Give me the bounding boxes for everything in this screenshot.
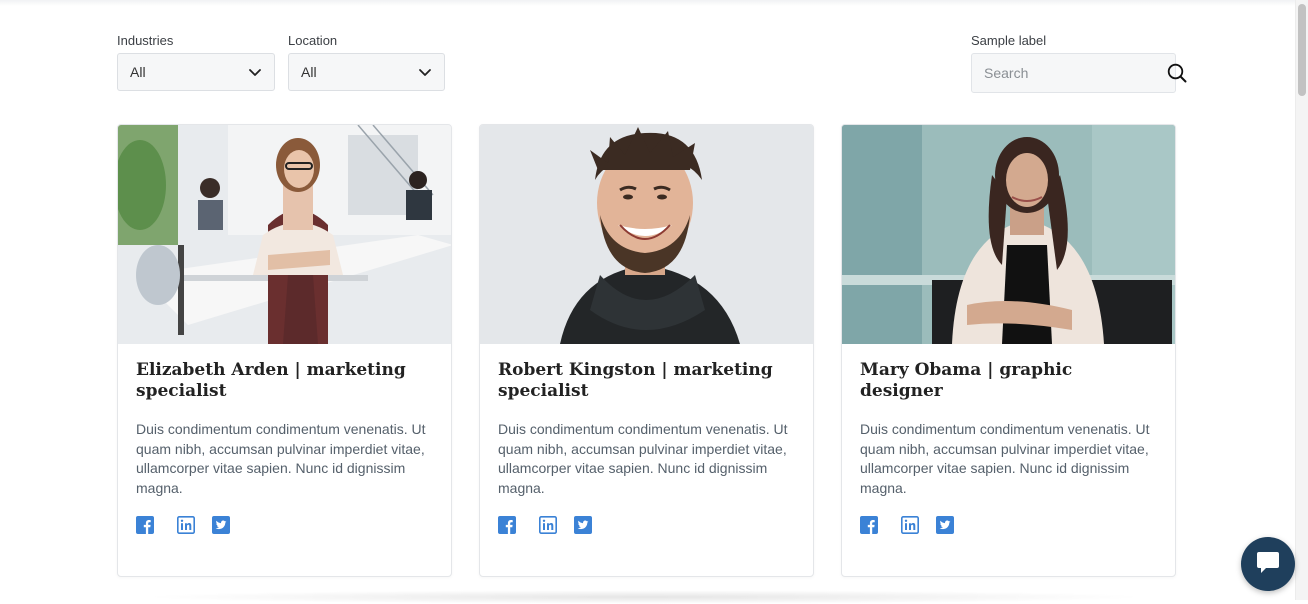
facebook-icon[interactable] bbox=[498, 516, 516, 534]
card-title: Robert Kingston | marketing specialist bbox=[498, 360, 773, 401]
chat-button[interactable] bbox=[1241, 537, 1295, 591]
facebook-icon[interactable] bbox=[136, 516, 154, 534]
search-input[interactable] bbox=[982, 64, 1167, 82]
profile-photo bbox=[842, 125, 1175, 344]
section-shadow bbox=[140, 590, 1150, 604]
industries-select[interactable]: All bbox=[117, 53, 275, 91]
team-card: Elizabeth Arden | marketing specialist D… bbox=[117, 124, 452, 577]
search-box bbox=[971, 53, 1187, 93]
social-links bbox=[860, 516, 1157, 576]
social-links bbox=[498, 516, 795, 576]
team-card: Mary Obama | graphic designer Duis condi… bbox=[841, 124, 1176, 577]
chevron-down-icon bbox=[418, 65, 432, 79]
profile-photo bbox=[118, 125, 451, 344]
card-description: Duis condimentum condimentum venenatis. … bbox=[498, 421, 788, 496]
linkedin-icon[interactable] bbox=[539, 516, 557, 534]
twitter-icon[interactable] bbox=[212, 516, 230, 534]
team-card: Robert Kingston | marketing specialist D… bbox=[479, 124, 814, 577]
card-description: Duis condimentum condimentum venenatis. … bbox=[136, 421, 426, 496]
card-title: Elizabeth Arden | marketing specialist bbox=[136, 360, 406, 401]
top-shadow bbox=[0, 0, 1296, 6]
linkedin-icon[interactable] bbox=[901, 516, 919, 534]
location-value: All bbox=[301, 64, 317, 80]
linkedin-icon[interactable] bbox=[177, 516, 195, 534]
social-links bbox=[136, 516, 433, 576]
chat-icon bbox=[1254, 548, 1282, 581]
facebook-icon[interactable] bbox=[860, 516, 878, 534]
industries-label: Industries bbox=[117, 33, 174, 48]
profile-photo bbox=[480, 125, 813, 344]
card-title: Mary Obama | graphic designer bbox=[860, 360, 1073, 401]
twitter-icon[interactable] bbox=[574, 516, 592, 534]
search-label: Sample label bbox=[971, 33, 1047, 48]
location-select[interactable]: All bbox=[288, 53, 445, 91]
twitter-icon[interactable] bbox=[936, 516, 954, 534]
card-description: Duis condimentum condimentum venenatis. … bbox=[860, 421, 1150, 496]
scrollbar[interactable] bbox=[1295, 0, 1308, 600]
chevron-down-icon bbox=[248, 65, 262, 79]
search-icon[interactable] bbox=[1167, 62, 1187, 84]
scrollbar-thumb[interactable] bbox=[1298, 4, 1306, 96]
location-label: Location bbox=[288, 33, 338, 48]
industries-value: All bbox=[130, 64, 146, 80]
